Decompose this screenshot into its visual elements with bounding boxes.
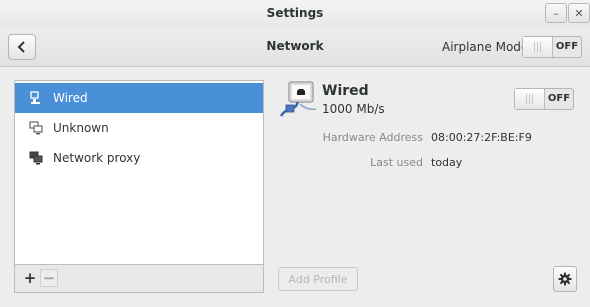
switch-knob bbox=[515, 89, 545, 109]
airplane-mode-state: OFF bbox=[555, 41, 579, 52]
airplane-mode-label: Airplane Mode bbox=[442, 40, 529, 54]
sidebar-item-label: Network proxy bbox=[53, 151, 141, 165]
minimize-button[interactable]: – bbox=[545, 3, 567, 23]
sidebar-item-label: Unknown bbox=[53, 121, 109, 135]
settings-button[interactable] bbox=[553, 266, 577, 292]
sidebar-item-network-proxy[interactable]: Network proxy bbox=[15, 143, 263, 173]
add-connection-button[interactable]: + bbox=[21, 269, 39, 287]
wired-connection-state: OFF bbox=[547, 93, 571, 104]
network-icon bbox=[29, 121, 43, 135]
sidebar-item-wired[interactable]: Wired bbox=[15, 83, 263, 113]
last-used-value: today bbox=[431, 156, 463, 169]
gear-icon bbox=[558, 272, 572, 286]
close-button[interactable]: ✕ bbox=[568, 3, 590, 23]
switch-knob bbox=[523, 37, 553, 57]
remove-connection-button[interactable]: − bbox=[40, 269, 58, 287]
connection-list: Wired Unknown Network proxy bbox=[14, 80, 264, 265]
sidebar-item-unknown[interactable]: Unknown bbox=[15, 113, 263, 143]
airplane-mode-switch[interactable]: OFF bbox=[522, 36, 582, 58]
wired-device-icon bbox=[279, 81, 317, 117]
network-proxy-icon bbox=[29, 151, 43, 165]
minus-icon: − bbox=[42, 269, 56, 287]
header-bar: Network Airplane Mode OFF bbox=[0, 28, 590, 67]
wired-network-icon bbox=[30, 91, 40, 104]
connection-list-toolbar: + − bbox=[14, 265, 264, 293]
device-name: Wired bbox=[322, 83, 369, 99]
device-speed: 1000 Mb/s bbox=[322, 102, 385, 116]
sidebar-item-label: Wired bbox=[53, 91, 88, 105]
close-icon: ✕ bbox=[574, 6, 584, 20]
hardware-address-value: 08:00:27:2F:BE:F9 bbox=[431, 131, 532, 144]
wired-connection-switch[interactable]: OFF bbox=[514, 88, 574, 110]
titlebar: Settings – ✕ bbox=[0, 0, 590, 28]
add-profile-button[interactable]: Add Profile bbox=[278, 267, 358, 291]
last-used-label: Last used bbox=[370, 156, 423, 169]
hardware-address-label: Hardware Address bbox=[322, 131, 423, 144]
plus-icon: + bbox=[23, 269, 37, 287]
minimize-icon: – bbox=[553, 6, 559, 20]
window-title: Settings bbox=[266, 6, 324, 20]
